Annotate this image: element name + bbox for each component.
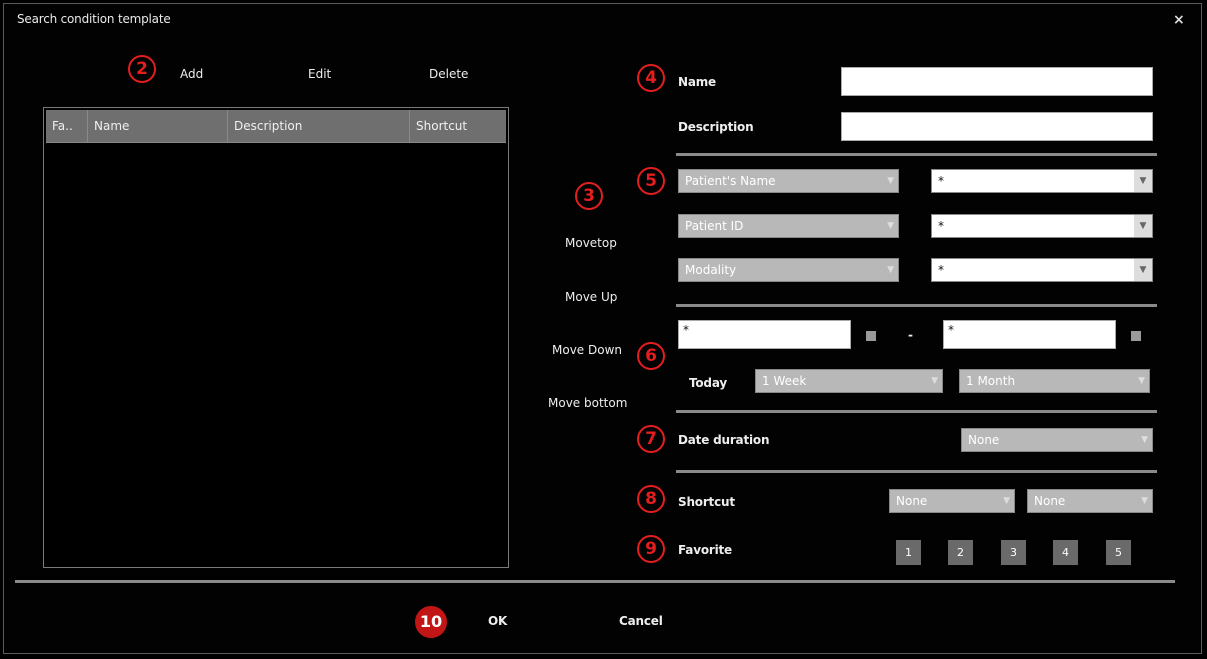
chevron-down-icon: ▼ xyxy=(931,376,938,386)
favorite-button-3[interactable]: 3 xyxy=(1001,540,1026,565)
name-field[interactable] xyxy=(841,67,1153,96)
marker-6: 6 xyxy=(637,342,665,370)
cancel-button[interactable]: Cancel xyxy=(619,614,663,628)
date-duration-label: Date duration xyxy=(678,433,770,447)
condition-field-select-2[interactable]: Patient ID ▼ xyxy=(678,214,899,238)
delete-button[interactable]: Delete xyxy=(429,67,468,81)
marker-10: 10 xyxy=(415,606,447,638)
condition-field-1: Patient's Name xyxy=(685,174,776,188)
separator xyxy=(676,304,1157,307)
ok-button[interactable]: OK xyxy=(488,614,507,628)
move-down-button[interactable]: Move Down xyxy=(552,343,622,357)
favorite-button-2[interactable]: 2 xyxy=(948,540,973,565)
calendar-icon[interactable] xyxy=(1131,331,1141,341)
marker-3: 3 xyxy=(575,182,603,210)
condition-field-3: Modality xyxy=(685,263,737,277)
description-label: Description xyxy=(678,120,754,134)
column-header-description[interactable]: Description xyxy=(228,110,410,142)
chevron-down-icon: ▼ xyxy=(887,176,894,186)
shortcut-modifier-select[interactable]: None ▼ xyxy=(889,489,1015,513)
column-header-shortcut[interactable]: Shortcut xyxy=(410,110,508,142)
condition-value-select-3[interactable]: * ▼ xyxy=(931,258,1153,282)
date-duration-value: None xyxy=(968,433,1000,447)
condition-value-select-1[interactable]: * ▼ xyxy=(931,169,1153,193)
favorite-button-1[interactable]: 1 xyxy=(896,540,921,565)
month-select[interactable]: 1 Month ▼ xyxy=(959,369,1150,393)
condition-value-1: * xyxy=(938,174,944,188)
move-bottom-button[interactable]: Move bottom xyxy=(548,396,627,410)
shortcut-value-2: None xyxy=(1034,494,1066,508)
date-duration-select[interactable]: None ▼ xyxy=(961,428,1153,452)
condition-field-select-3[interactable]: Modality ▼ xyxy=(678,258,899,282)
chevron-down-icon: ▼ xyxy=(1141,496,1148,506)
condition-field-select-1[interactable]: Patient's Name ▼ xyxy=(678,169,899,193)
condition-value-2: * xyxy=(938,219,944,233)
month-select-value: 1 Month xyxy=(966,374,1016,388)
column-header-name[interactable]: Name xyxy=(88,110,228,142)
marker-5: 5 xyxy=(637,167,665,195)
edit-button[interactable]: Edit xyxy=(308,67,331,81)
marker-4: 4 xyxy=(637,64,665,92)
marker-9: 9 xyxy=(637,535,665,563)
week-select-value: 1 Week xyxy=(762,374,807,388)
chevron-down-icon: ▼ xyxy=(1138,376,1145,386)
chevron-down-icon: ▼ xyxy=(1134,170,1152,192)
date-to-field[interactable]: * xyxy=(943,320,1116,349)
favorite-button-4[interactable]: 4 xyxy=(1053,540,1078,565)
column-header-favorite[interactable]: Fa.. xyxy=(46,110,88,142)
footer-separator xyxy=(15,580,1175,583)
chevron-down-icon: ▼ xyxy=(887,265,894,275)
chevron-down-icon: ▼ xyxy=(1141,435,1148,445)
condition-value-select-2[interactable]: * ▼ xyxy=(931,214,1153,238)
shortcut-value-1: None xyxy=(896,494,928,508)
favorite-label: Favorite xyxy=(678,543,732,557)
table-header: Fa.. Name Description Shortcut xyxy=(46,110,506,143)
shortcut-key-select[interactable]: None ▼ xyxy=(1027,489,1153,513)
chevron-down-icon: ▼ xyxy=(1134,215,1152,237)
name-label: Name xyxy=(678,75,716,89)
separator xyxy=(676,470,1157,473)
separator xyxy=(676,410,1157,413)
marker-7: 7 xyxy=(637,425,665,453)
chevron-down-icon: ▼ xyxy=(887,221,894,231)
date-from-field[interactable]: * xyxy=(678,320,851,349)
today-button[interactable]: Today xyxy=(689,376,727,390)
template-table[interactable]: Fa.. Name Description Shortcut xyxy=(43,107,509,568)
description-field[interactable] xyxy=(841,112,1153,141)
marker-2: 2 xyxy=(128,55,156,83)
marker-8: 8 xyxy=(637,485,665,513)
condition-field-2: Patient ID xyxy=(685,219,744,233)
move-up-button[interactable]: Move Up xyxy=(565,290,617,304)
window-title: Search condition template xyxy=(17,12,171,26)
add-button[interactable]: Add xyxy=(180,67,203,81)
week-select[interactable]: 1 Week ▼ xyxy=(755,369,943,393)
condition-value-3: * xyxy=(938,263,944,277)
close-icon[interactable]: × xyxy=(1173,12,1185,28)
date-range-dash: - xyxy=(908,328,913,342)
chevron-down-icon: ▼ xyxy=(1134,259,1152,281)
chevron-down-icon: ▼ xyxy=(1003,496,1010,506)
separator xyxy=(676,153,1157,156)
move-top-button[interactable]: Movetop xyxy=(565,236,617,250)
shortcut-label: Shortcut xyxy=(678,495,735,509)
calendar-icon[interactable] xyxy=(866,331,876,341)
favorite-button-5[interactable]: 5 xyxy=(1106,540,1131,565)
